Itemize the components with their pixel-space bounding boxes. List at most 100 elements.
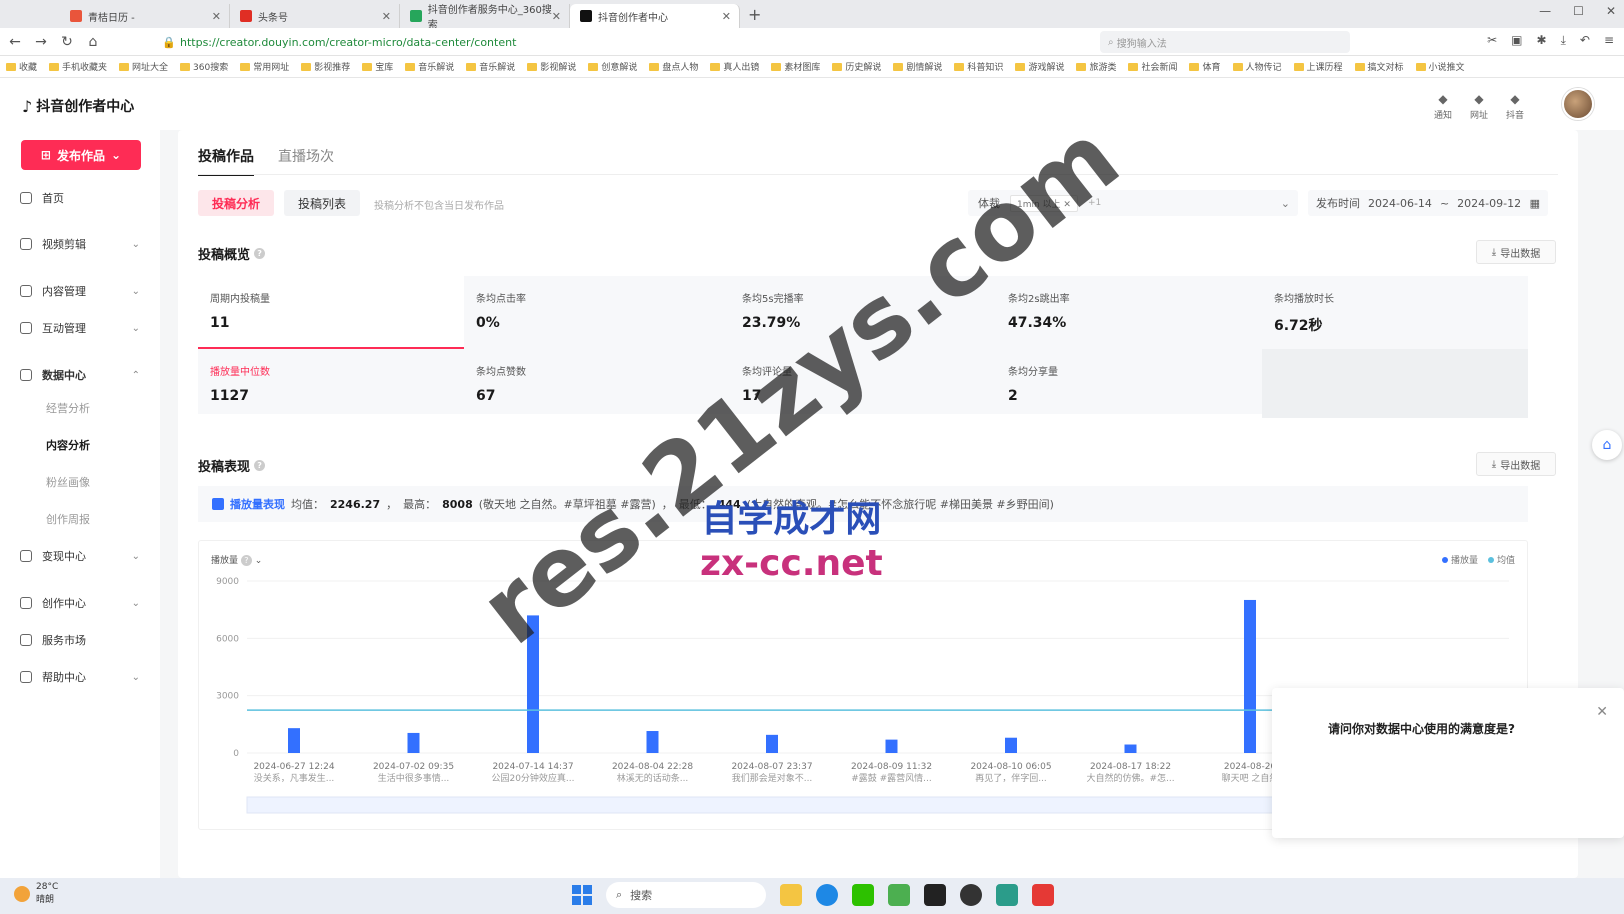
sidebar-item-0[interactable]: 首页 [20,190,140,206]
sidebar-subitem-3[interactable]: 创作周报 [46,511,90,527]
tab-submissions[interactable]: 投稿作品 [198,146,254,176]
url-field[interactable]: 🔒 https://creator.douyin.com/creator-mic… [140,31,1080,53]
taskbar-search[interactable]: ⌕ 搜索 [606,882,766,908]
help-icon[interactable]: ? [254,460,266,471]
windows-start-icon[interactable] [572,885,592,905]
capture-app-icon[interactable] [924,884,946,906]
bookmark-item[interactable]: 360搜索 [180,60,228,73]
stat-card[interactable]: 播放量中位数 1127 [198,349,464,418]
close-tab-icon[interactable]: ✕ [382,10,391,23]
weather-widget[interactable]: 28°C 晴朗 [14,882,58,905]
bookmark-item[interactable]: 收藏 [6,60,37,73]
chart-bar[interactable] [1244,599,1256,753]
top-icon-0[interactable]: ◆ 通知 [1434,92,1452,121]
wps-app-icon[interactable] [1032,884,1054,906]
stat-card[interactable]: 条均分享量 2 [996,349,1262,418]
date-range-filter[interactable]: 发布时间 2024-06-14 ~ 2024-09-12 ▦ [1308,190,1548,216]
bookmark-item[interactable]: 社会新闻 [1128,60,1177,73]
avatar[interactable] [1562,88,1594,120]
bookmark-item[interactable]: 真人出镜 [710,60,759,73]
cut-icon[interactable]: ✂ [1487,33,1497,48]
bookmark-item[interactable]: 盘点人物 [649,60,698,73]
bookmark-item[interactable]: 音乐解说 [466,60,515,73]
bookmark-item[interactable]: 影视解说 [527,60,576,73]
chart-bar[interactable] [407,732,420,753]
folder-app-icon[interactable] [780,884,802,906]
seg-analysis[interactable]: 投稿分析 [198,190,275,216]
reload-icon[interactable]: ↻ [56,34,78,50]
bookmark-item[interactable]: 素材图库 [771,60,820,73]
sidebar-item-5[interactable]: 变现中心 ⌄ [20,548,140,564]
minimize-icon[interactable]: — [1539,4,1551,18]
chart-bar[interactable] [1005,737,1017,753]
bookmark-item[interactable]: 宝库 [362,60,393,73]
stat-card[interactable]: 条均点击率 0% [464,276,730,349]
tab-live[interactable]: 直播场次 [278,146,334,176]
chart-bar[interactable] [1124,744,1137,753]
bookmark-item[interactable]: 搞文对标 [1354,60,1404,73]
stat-card[interactable] [1262,349,1528,418]
stat-card[interactable]: 条均5s完播率 23.79% [730,276,996,349]
puzzle-icon[interactable]: ✱ [1537,33,1547,48]
publish-button[interactable]: ⊞ 发布作品 ⌄ [21,140,141,170]
close-icon[interactable]: ✕ [1596,704,1608,720]
browser-tab[interactable]: 头条号 ✕ [230,4,400,28]
genre-filter[interactable]: 体裁 1min 以上 ✕ +1 ⌄ [968,190,1298,216]
close-window-icon[interactable]: ✕ [1606,4,1616,18]
browser-tab[interactable]: 抖音创作者服务中心_360搜索 ✕ [400,4,570,31]
export-overview-button[interactable]: ⤓ 导出数据 [1476,240,1556,264]
home-nav-icon[interactable]: ⌂ [82,34,104,50]
stat-card[interactable]: 条均2s跳出率 47.34% [996,276,1262,349]
sidebar-item-2[interactable]: 内容管理 ⌄ [20,283,140,299]
bookmark-item[interactable]: 游戏解说 [1015,60,1064,73]
bookmark-item[interactable]: 创意解说 [588,60,637,73]
date-start[interactable]: 2024-06-14 [1368,197,1432,210]
top-icon-2[interactable]: ◆ 抖音 [1506,92,1524,121]
browser-tab[interactable]: 抖音创作者中心 ✕ [570,4,740,28]
bookmark-item[interactable]: 网址大全 [119,60,168,73]
sidebar-item-7[interactable]: 服务市场 [20,632,140,648]
sidebar-item-8[interactable]: 帮助中心 ⌄ [20,669,140,685]
media-app-icon[interactable] [960,884,982,906]
bookmark-item[interactable]: 旅游类 [1076,60,1116,73]
calendar-icon[interactable]: ▦ [1530,197,1540,210]
sidebar-subitem-0[interactable]: 经营分析 [46,400,90,416]
chart-bar[interactable] [885,739,898,753]
close-tab-icon[interactable]: ✕ [722,10,731,23]
back-icon[interactable]: ← [4,34,26,50]
stat-card[interactable]: 周期内投稿量 11 [198,276,464,349]
help-icon[interactable]: ? [254,248,266,259]
sidebar-item-6[interactable]: 创作中心 ⌄ [20,595,140,611]
edge-app-icon[interactable] [816,884,838,906]
bookmark-item[interactable]: 小说推文 [1415,60,1465,73]
notepad-app-icon[interactable] [996,884,1018,906]
checkbox-icon[interactable] [212,498,224,510]
browser-tab[interactable]: 青桔日历 - ✕ [60,4,230,28]
bookmark-item[interactable]: 历史解说 [832,60,881,73]
bookmark-item[interactable]: 音乐解说 [405,60,454,73]
maximize-icon[interactable]: ☐ [1573,4,1584,18]
chart-bar[interactable] [766,734,778,753]
extension-icon[interactable]: ▣ [1511,33,1522,48]
sidebar-item-3[interactable]: 互动管理 ⌄ [20,320,140,336]
chart-bar[interactable] [646,731,659,753]
filter-chip[interactable]: 1min 以上 ✕ [1010,194,1078,212]
browser-app-icon[interactable] [888,884,910,906]
bookmark-item[interactable]: 影视推荐 [301,60,350,73]
sidebar-subitem-1[interactable]: 内容分析 [46,437,90,453]
perf-metric[interactable]: 播放量表现 [230,496,285,512]
top-icon-1[interactable]: ◆ 网址 [1470,92,1488,121]
bookmark-item[interactable]: 剧情解说 [893,60,942,73]
date-end[interactable]: 2024-09-12 [1457,197,1521,210]
stat-card[interactable]: 条均点赞数 67 [464,349,730,418]
export-performance-button[interactable]: ⤓ 导出数据 [1476,452,1556,476]
wechat-app-icon[interactable] [852,884,874,906]
close-tab-icon[interactable]: ✕ [552,10,561,23]
sidebar-item-4[interactable]: 数据中心 ⌃ [20,367,140,383]
bookmark-item[interactable]: 上课历程 [1293,60,1343,73]
bookmark-item[interactable]: 人物传记 [1232,60,1282,73]
undo-icon[interactable]: ↶ [1580,33,1590,48]
download-icon[interactable]: ⤓ [1561,33,1566,48]
close-tab-icon[interactable]: ✕ [212,10,221,23]
bookmark-item[interactable]: 常用网址 [240,60,289,73]
